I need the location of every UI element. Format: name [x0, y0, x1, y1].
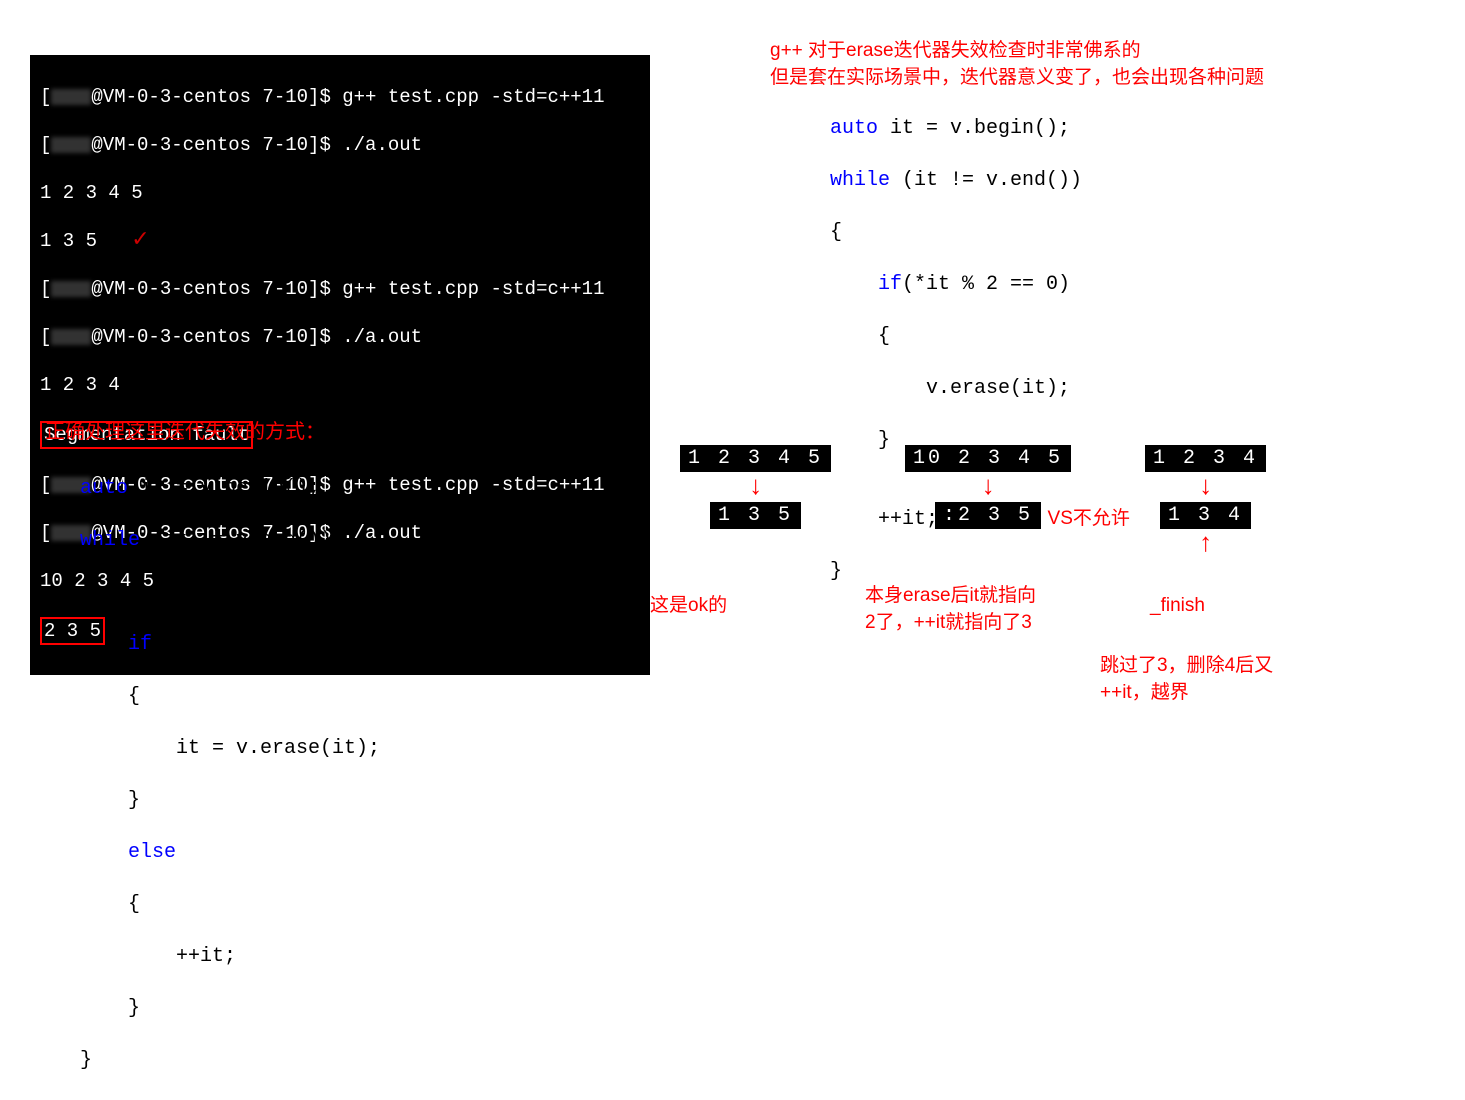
mini-terminal: 1 3 5: [710, 502, 801, 529]
arrow-up-icon: ↑: [1145, 529, 1266, 559]
terminal-line: [@VM-0-3-centos 7-10]$ g++ test.cpp -std…: [40, 85, 640, 109]
annotation-ok: 这是ok的: [650, 590, 727, 617]
arrow-down-icon: ↓: [905, 472, 1071, 502]
arrow-down-icon: ↓: [680, 472, 831, 502]
code-incorrect: auto it = v.begin(); while (it != v.end(…: [830, 90, 1130, 611]
mini-terminal: 1 2 3 4: [1145, 445, 1266, 472]
code-correct: auto it = v.begin(); while (it != v.end(…: [80, 450, 380, 1100]
terminal-line: [@VM-0-3-centos 7-10]$ g++ test.cpp -std…: [40, 277, 640, 301]
annotation-col2: 本身erase后it就指向 2了，++it就指向了3: [865, 580, 1036, 634]
terminal-line: 1 3 5 ✓: [40, 229, 640, 253]
mini-terminal: 10 2 3 4 5: [905, 445, 1071, 472]
annotation-correct-heading: 正确处理这里迭代失效的方式：: [45, 415, 325, 444]
annotation-col3: 跳过了3，删除4后又 ++it，越界: [1100, 650, 1273, 704]
annotation-gpp-note: g++ 对于erase迭代器失效检查时非常佛系的 但是套在实际场景中，迭代器意义…: [770, 35, 1264, 89]
terminal-line: 1 2 3 4: [40, 373, 640, 397]
arrow-down-icon: ↓: [1145, 472, 1266, 502]
example-col-3: 1 2 3 4 ↓ 1 3 4 ↑: [1145, 445, 1266, 559]
terminal-line: 1 2 3 4 5: [40, 181, 640, 205]
terminal-line: [@VM-0-3-centos 7-10]$ ./a.out: [40, 133, 640, 157]
example-col-2: 10 2 3 4 5 ↓ :2 3 5: [905, 445, 1071, 529]
mini-terminal: 1 2 3 4 5: [680, 445, 831, 472]
example-col-1: 1 2 3 4 5 ↓ 1 3 5: [680, 445, 831, 529]
mini-terminal: 1 3 4: [1160, 502, 1251, 529]
mini-terminal: :2 3 5: [935, 502, 1041, 529]
terminal-line: [@VM-0-3-centos 7-10]$ ./a.out: [40, 325, 640, 349]
annotation-finish: _finish: [1150, 595, 1205, 617]
